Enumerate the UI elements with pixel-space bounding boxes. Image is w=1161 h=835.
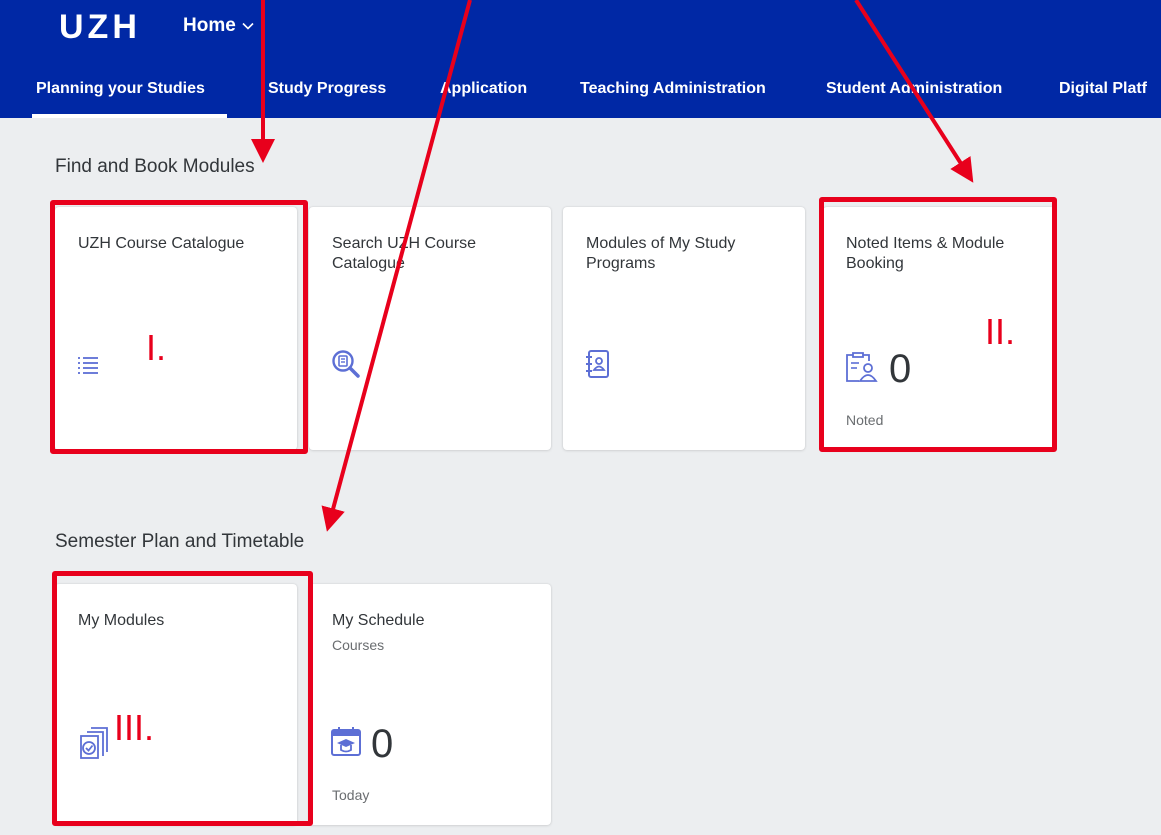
clipboard-person-icon [846,352,878,382]
tab-application[interactable]: Application [440,79,527,99]
uzh-logo[interactable]: UZH [59,7,141,47]
tile-noted-items-module-booking[interactable]: Noted Items & Module Booking 0 Noted [823,207,1055,450]
today-count: 0 [371,722,394,766]
tile-title: Search UZH Course Catalogue [332,235,477,272]
tile-footer: Today [332,787,370,803]
tab-teaching-administration[interactable]: Teaching Administration [580,79,766,99]
tile-subtitle: Courses [332,637,385,653]
stacked-documents-check-icon [80,727,108,759]
tile-title: My Schedule [332,612,425,629]
search-document-icon [332,350,360,378]
annotation-label-1: I. [146,327,167,368]
tile-title: Modules of My Study Programs [586,235,736,272]
tile-footer: Noted [846,412,884,428]
tab-study-progress[interactable]: Study Progress [268,79,386,99]
tile-uzh-course-catalogue[interactable]: UZH Course Catalogue [55,207,297,450]
tile-my-modules[interactable]: My Modules [55,584,297,825]
tab-planning-your-studies[interactable]: Planning your Studies [36,79,205,99]
home-label: Home [183,15,236,36]
tile-search-uzh-course-catalogue[interactable]: Search UZH Course Catalogue [309,207,551,450]
list-icon [78,357,98,374]
navigation-tabs: Planning your Studies Study Progress App… [0,52,1161,118]
tile-title: My Modules [78,612,165,629]
tile-title: Noted Items & Module Booking [846,235,1005,272]
active-tab-indicator [32,114,227,118]
home-menu-button[interactable]: Home [183,14,254,38]
tile-modules-of-my-study-programs[interactable]: Modules of My Study Programs [563,207,805,450]
tile-my-schedule[interactable]: My Schedule Courses 0 Today [309,584,551,825]
calendar-graduation-icon [331,727,361,756]
annotation-label-2: II. [985,311,1016,352]
section-title-find-and-book-modules: Find and Book Modules [55,156,255,177]
tab-digital-platforms[interactable]: Digital Platf [1059,79,1147,99]
shell-bar: UZH Home [0,0,1161,52]
noted-count: 0 [889,347,912,391]
annotation-label-3: III. [114,707,155,748]
address-book-icon [586,350,609,378]
tab-student-administration[interactable]: Student Administration [826,79,1002,99]
chevron-down-icon [242,22,254,30]
tile-title: UZH Course Catalogue [78,235,245,252]
section-title-semester-plan-and-timetable: Semester Plan and Timetable [55,531,305,552]
